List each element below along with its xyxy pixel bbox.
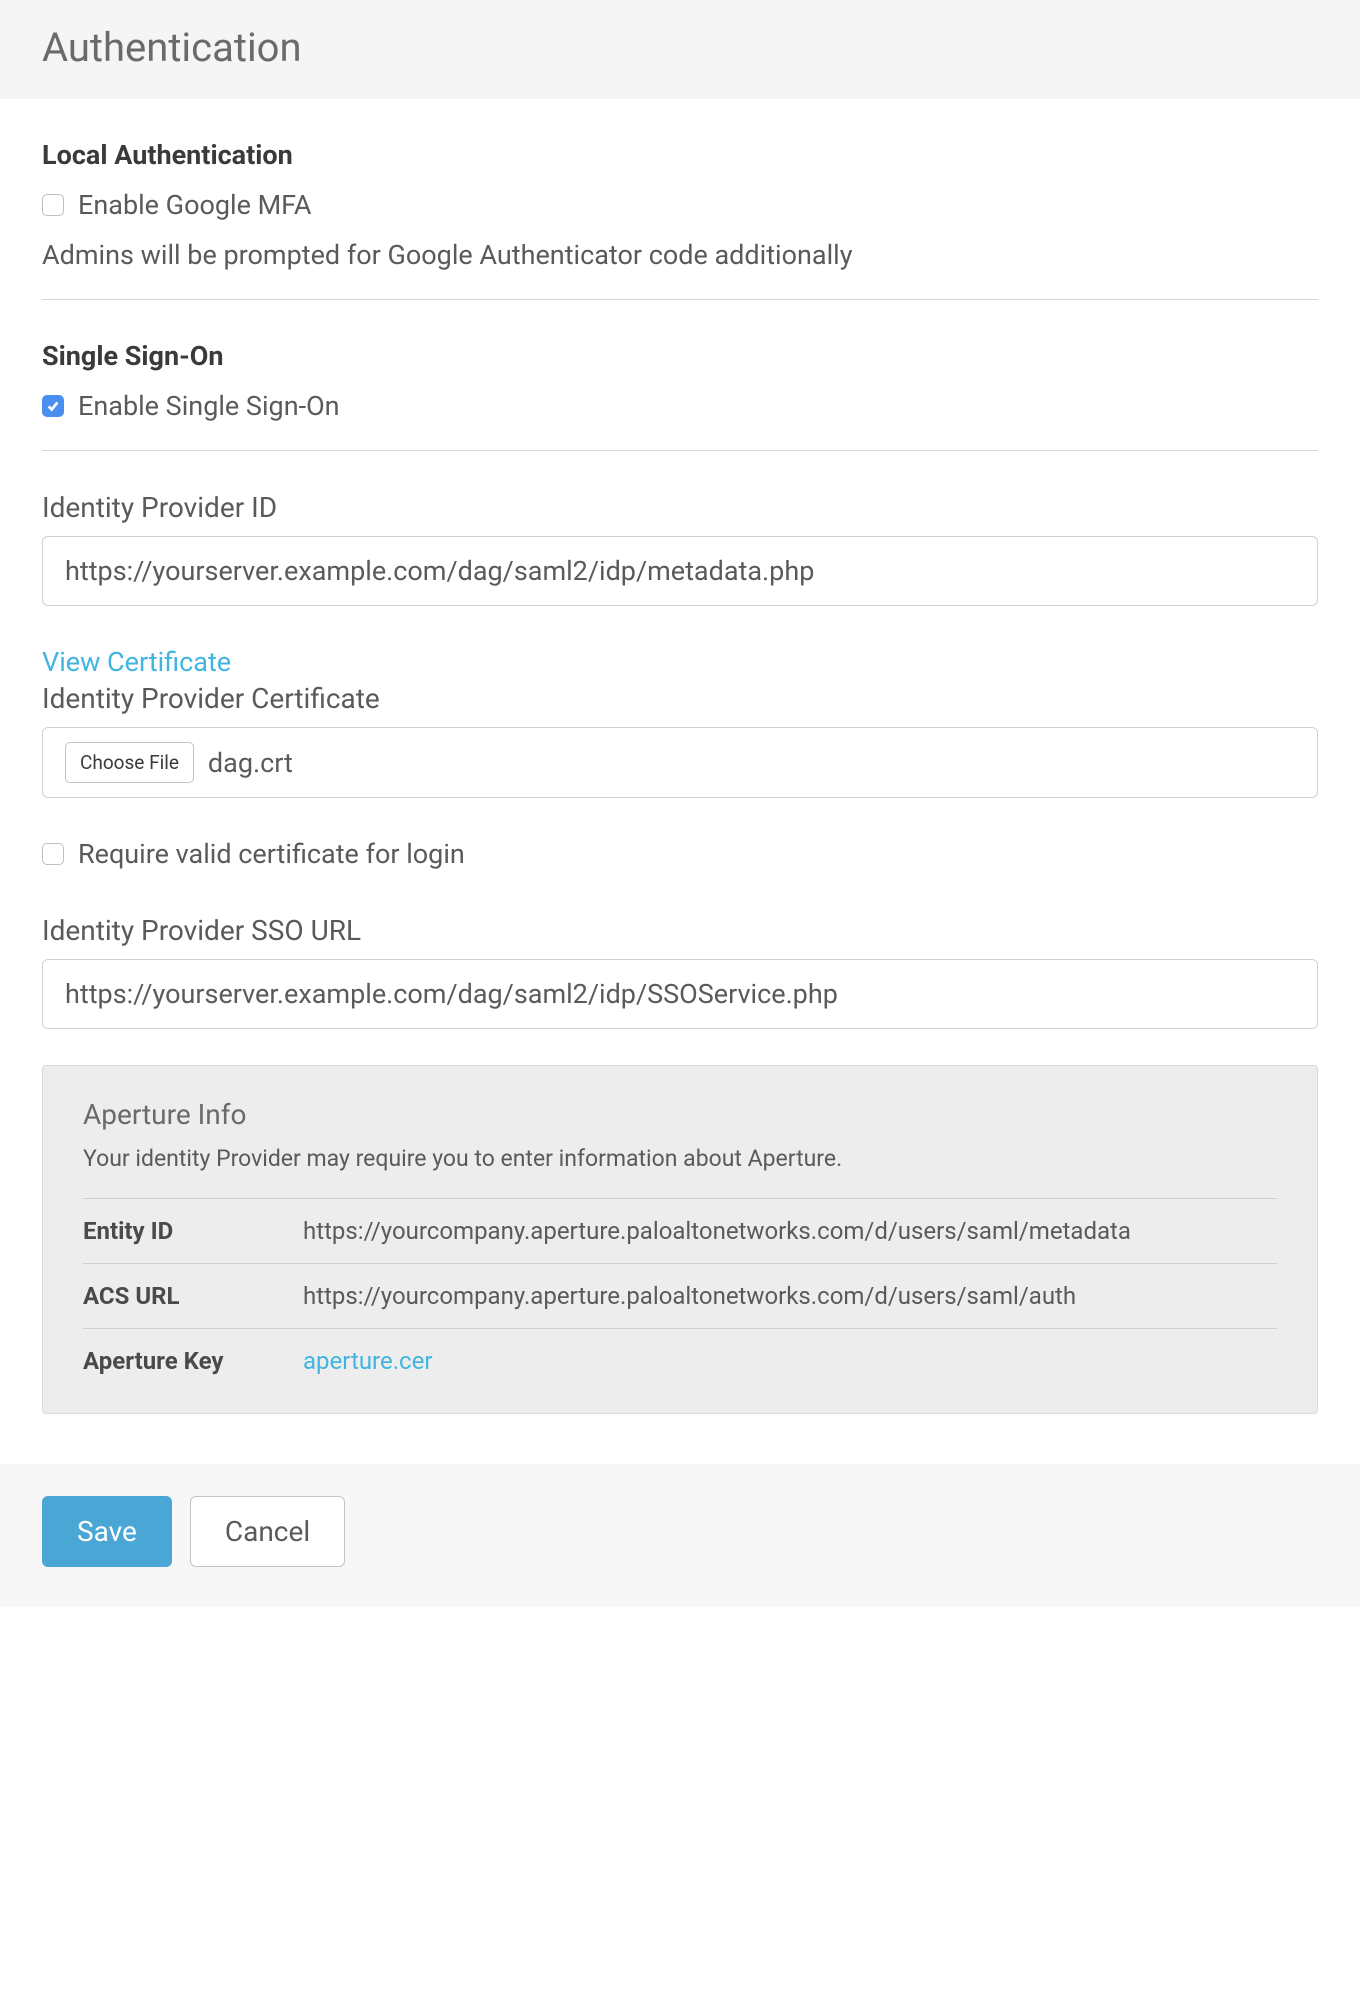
enable-mfa-checkbox[interactable] [42, 194, 64, 216]
choose-file-button[interactable]: Choose File [65, 742, 194, 783]
section-divider [42, 450, 1318, 451]
aperture-info-panel: Aperture Info Your identity Provider may… [42, 1065, 1318, 1414]
idp-id-group: Identity Provider ID [42, 491, 1318, 606]
idp-sso-url-input[interactable] [42, 959, 1318, 1029]
page-title: Authentication [42, 24, 1318, 71]
cert-section: View Certificate Identity Provider Certi… [42, 646, 1318, 798]
content-area: Local Authentication Enable Google MFA A… [0, 99, 1360, 1464]
page-header: Authentication [0, 0, 1360, 99]
footer-bar: Save Cancel [0, 1464, 1360, 1607]
section-divider [42, 299, 1318, 300]
require-valid-cert-row: Require valid certificate for login [42, 838, 1318, 870]
check-icon [46, 399, 60, 413]
entity-id-value: https://yourcompany.aperture.paloaltonet… [303, 1199, 1277, 1264]
require-valid-cert-label: Require valid certificate for login [78, 838, 465, 870]
enable-sso-label: Enable Single Sign-On [78, 390, 340, 422]
aperture-info-desc: Your identity Provider may require you t… [83, 1145, 1277, 1172]
idp-cert-file-box: Choose File dag.crt [42, 727, 1318, 798]
enable-sso-row: Enable Single Sign-On [42, 390, 1318, 422]
idp-id-input[interactable] [42, 536, 1318, 606]
idp-sso-url-label: Identity Provider SSO URL [42, 914, 1318, 947]
acs-url-label: ACS URL [83, 1264, 303, 1329]
idp-sso-url-group: Identity Provider SSO URL [42, 914, 1318, 1029]
table-row: Aperture Key aperture.cer [83, 1329, 1277, 1394]
aperture-key-link[interactable]: aperture.cer [303, 1347, 432, 1375]
mfa-help-text: Admins will be prompted for Google Authe… [42, 239, 1318, 271]
require-valid-cert-checkbox[interactable] [42, 843, 64, 865]
aperture-info-table: Entity ID https://yourcompany.aperture.p… [83, 1198, 1277, 1393]
aperture-key-label: Aperture Key [83, 1329, 303, 1394]
table-row: ACS URL https://yourcompany.aperture.pal… [83, 1264, 1277, 1329]
enable-mfa-label: Enable Google MFA [78, 189, 311, 221]
enable-sso-checkbox[interactable] [42, 395, 64, 417]
sso-heading: Single Sign-On [42, 340, 1318, 372]
aperture-info-title: Aperture Info [83, 1098, 1277, 1131]
save-button[interactable]: Save [42, 1496, 172, 1567]
idp-id-label: Identity Provider ID [42, 491, 1318, 524]
local-auth-heading: Local Authentication [42, 139, 1318, 171]
idp-cert-label: Identity Provider Certificate [42, 682, 1318, 715]
enable-mfa-row: Enable Google MFA [42, 189, 1318, 221]
cancel-button[interactable]: Cancel [190, 1496, 345, 1567]
entity-id-label: Entity ID [83, 1199, 303, 1264]
table-row: Entity ID https://yourcompany.aperture.p… [83, 1199, 1277, 1264]
cert-file-name: dag.crt [208, 747, 293, 779]
view-certificate-link[interactable]: View Certificate [42, 646, 231, 678]
acs-url-value: https://yourcompany.aperture.paloaltonet… [303, 1264, 1277, 1329]
